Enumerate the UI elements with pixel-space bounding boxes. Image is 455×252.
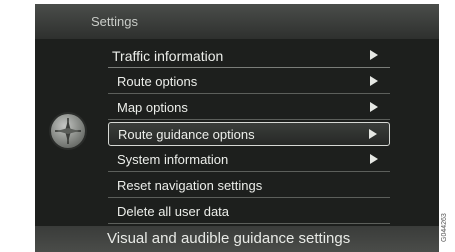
settings-menu: Traffic information Route options Map op…	[108, 44, 390, 226]
menu-item-label: Map options	[117, 100, 188, 115]
menu-item-system-information[interactable]: System information	[108, 148, 390, 172]
menu-item-label: Route options	[117, 74, 198, 89]
menu-item-label: System information	[117, 152, 229, 167]
caption-text: Visual and audible guidance settings	[107, 230, 351, 247]
figure-code-text: G044263	[441, 213, 448, 242]
menu-item-route-guidance-options[interactable]: Route guidance options	[108, 122, 390, 146]
menu-item-label: Route guidance options	[118, 127, 255, 142]
chevron-right-icon	[369, 129, 377, 139]
menu-item-label: Reset navigation settings	[117, 178, 263, 193]
menu-item-label: Traffic information	[112, 48, 224, 64]
figure-code: G044263	[441, 208, 453, 248]
navigation-screen: Settings Traffic information Route optio…	[35, 4, 439, 252]
menu-item-map-options[interactable]: Map options	[108, 96, 390, 120]
chevron-right-icon	[370, 154, 378, 164]
menu-item-route-options[interactable]: Route options	[108, 70, 390, 94]
menu-item-label: Delete all user data	[117, 204, 230, 219]
caption-bar: Visual and audible guidance settings	[35, 226, 439, 252]
compass-icon	[51, 114, 85, 148]
chevron-right-icon	[370, 102, 378, 112]
chevron-right-icon	[370, 50, 378, 60]
menu-item-traffic-information[interactable]: Traffic information	[108, 44, 390, 68]
page-title: Settings	[91, 14, 138, 29]
header-bar: Settings	[35, 4, 439, 39]
menu-item-reset-navigation-settings[interactable]: Reset navigation settings	[108, 174, 390, 198]
menu-item-delete-all-user-data[interactable]: Delete all user data	[108, 200, 390, 224]
chevron-right-icon	[370, 76, 378, 86]
